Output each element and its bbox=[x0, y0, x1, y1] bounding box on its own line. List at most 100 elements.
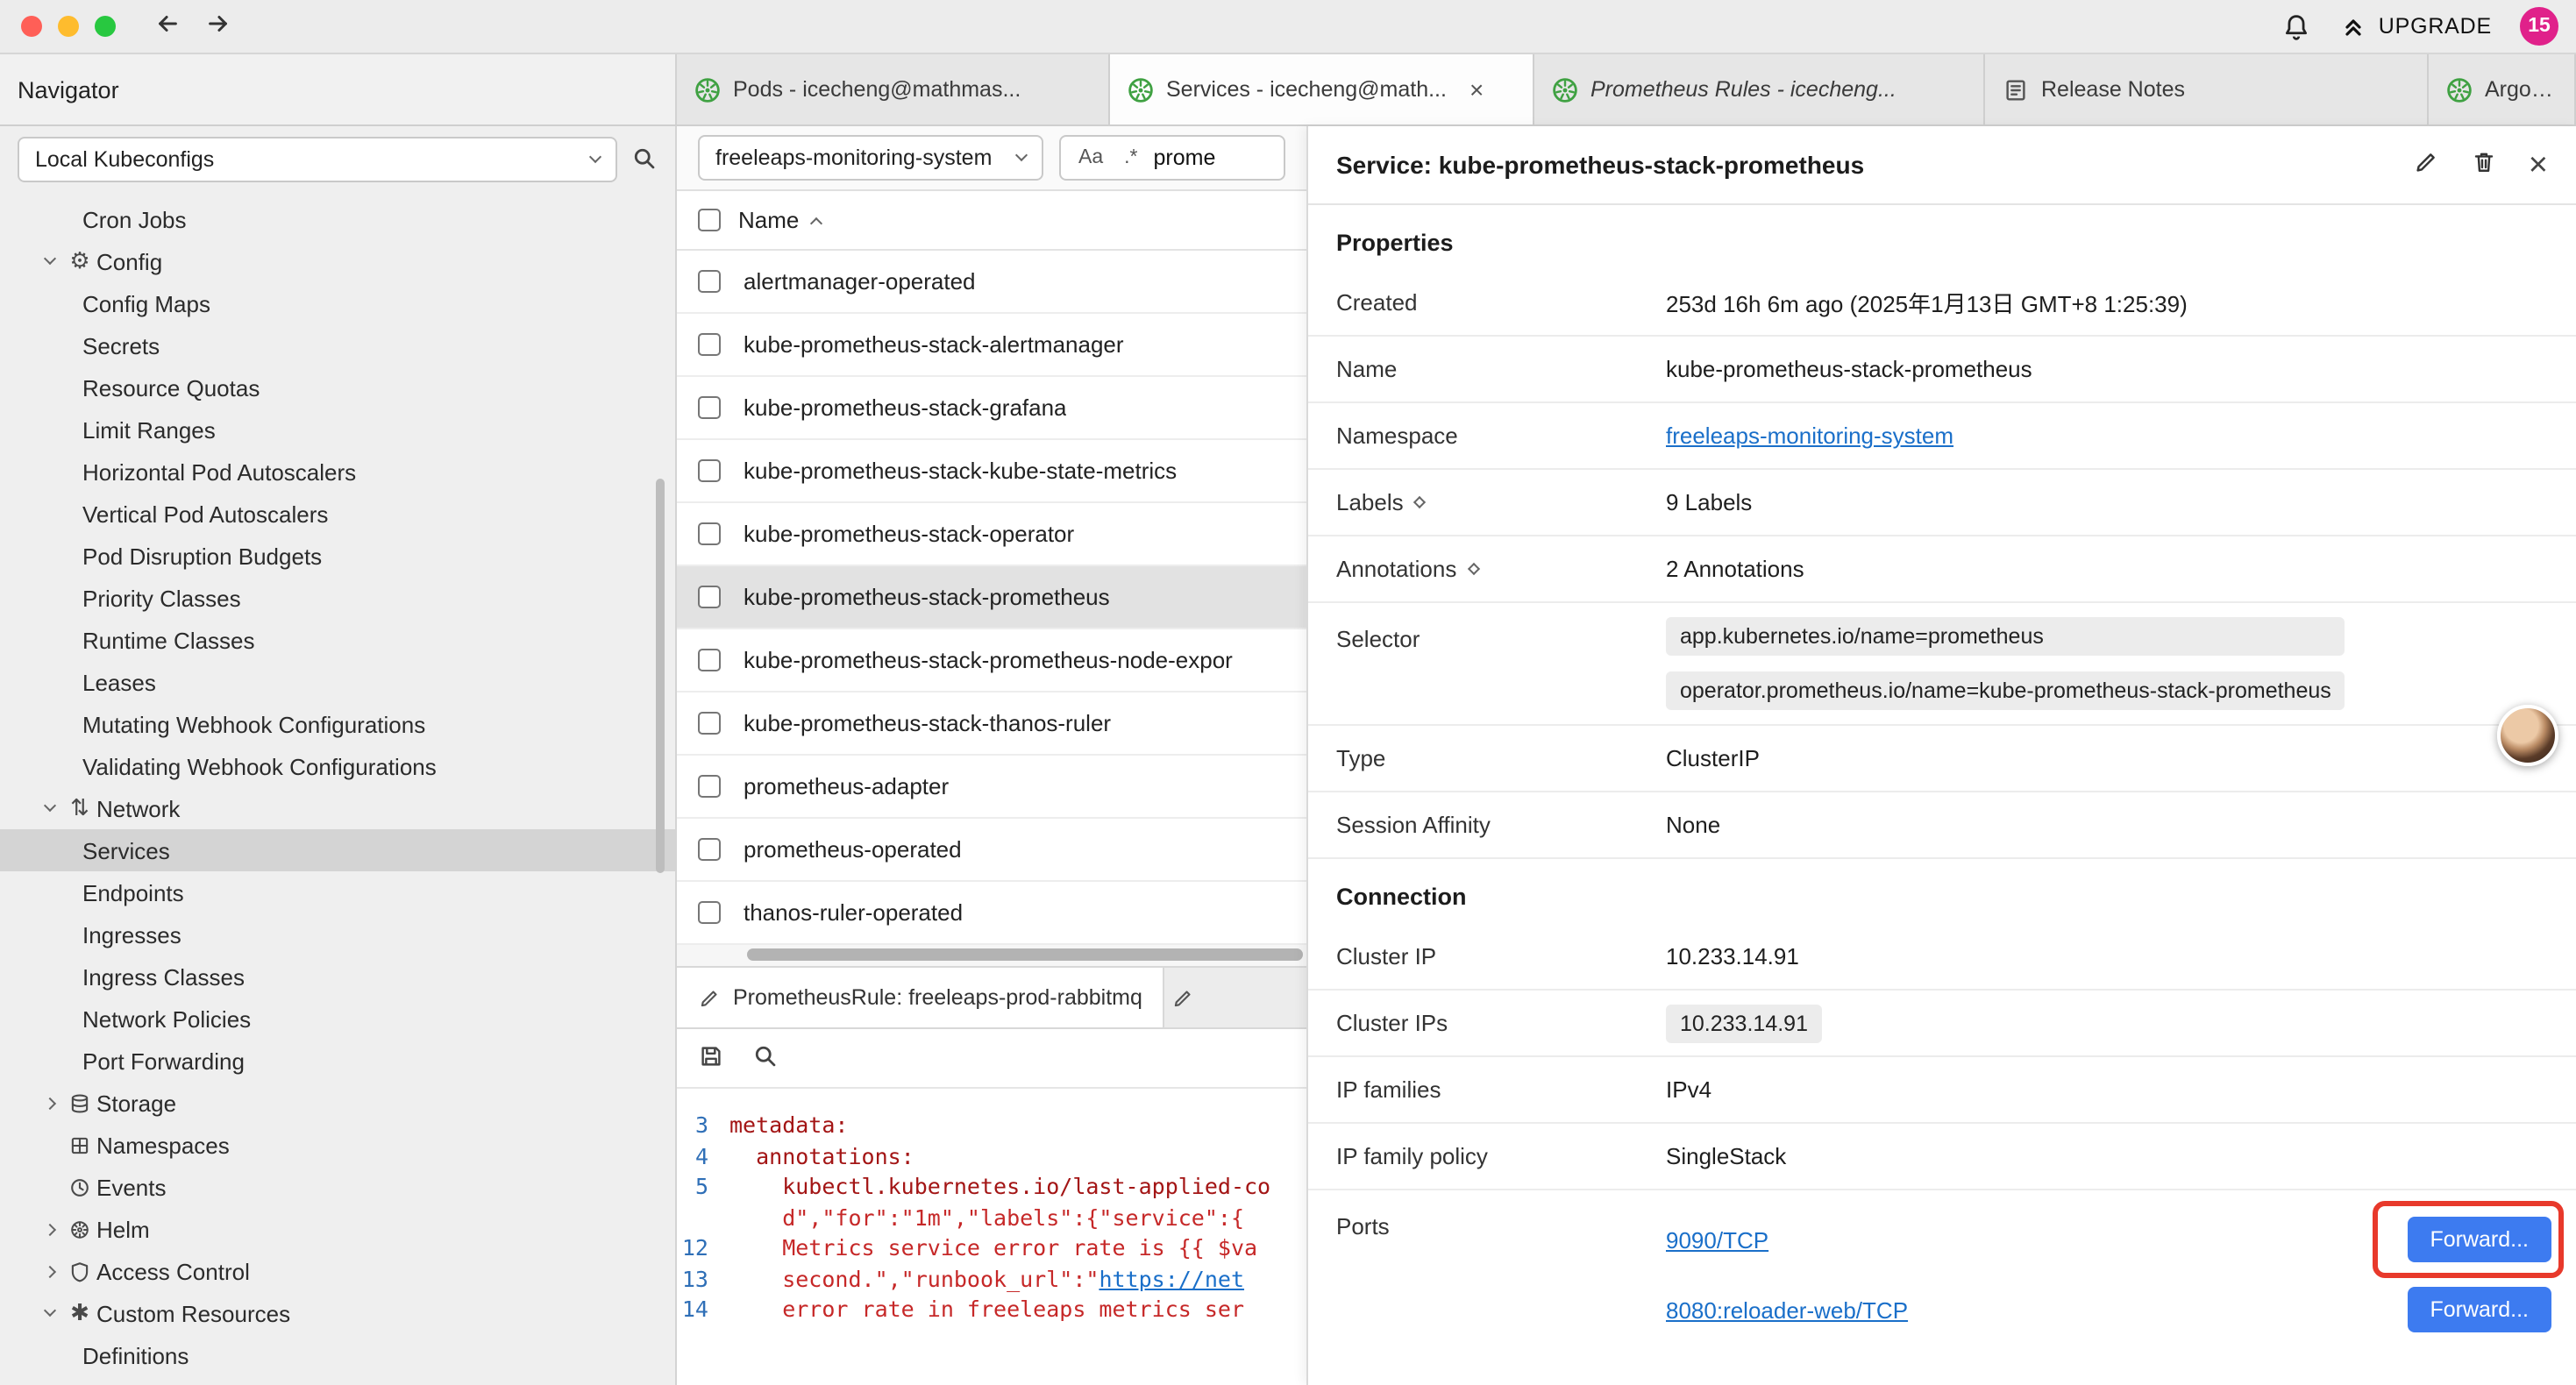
sidebar-item-definitions[interactable]: Definitions bbox=[0, 1334, 675, 1376]
sidebar-item-helm[interactable]: Helm bbox=[0, 1208, 675, 1250]
sidebar-search-icon[interactable] bbox=[631, 146, 658, 172]
expand-annotations-icon[interactable] bbox=[1469, 565, 1477, 573]
editor-tab-partial[interactable] bbox=[1165, 968, 1202, 1027]
zoom-window-button[interactable] bbox=[95, 16, 116, 37]
chevron-down-icon[interactable] bbox=[35, 259, 63, 263]
row-checkbox[interactable] bbox=[698, 333, 721, 356]
sidebar-scrollbar[interactable] bbox=[656, 479, 665, 873]
namespace-filter[interactable]: freeleaps-monitoring-system bbox=[698, 135, 1043, 181]
row-checkbox[interactable] bbox=[698, 586, 721, 608]
row-checkbox[interactable] bbox=[698, 459, 721, 482]
sidebar-item-config[interactable]: ⚙ Config bbox=[0, 240, 675, 282]
sidebar-item-horizontal-pod-autoscalers[interactable]: Horizontal Pod Autoscalers bbox=[0, 451, 675, 493]
sidebar-item-ingresses[interactable]: Ingresses bbox=[0, 913, 675, 955]
minimize-window-button[interactable] bbox=[58, 16, 79, 37]
row-checkbox[interactable] bbox=[698, 901, 721, 924]
yaml-editor[interactable]: 3metadata: 4 annotations: 5 kubectl.kube… bbox=[677, 1089, 1306, 1385]
sidebar-item-leases[interactable]: Leases bbox=[0, 661, 675, 703]
forward-button[interactable]: Forward... bbox=[2407, 1217, 2551, 1262]
sidebar-item-ingress-classes[interactable]: Ingress Classes bbox=[0, 955, 675, 998]
name-column-header[interactable]: Name bbox=[738, 207, 799, 233]
sidebar-item-access-control[interactable]: Access Control bbox=[0, 1250, 675, 1292]
chevron-down-icon[interactable] bbox=[35, 1311, 63, 1315]
table-row[interactable]: kube-prometheus-stack-kube-state-metrics bbox=[677, 440, 1306, 503]
sidebar-item-endpoints[interactable]: Endpoints bbox=[0, 871, 675, 913]
upgrade-button[interactable]: UPGRADE bbox=[2340, 12, 2492, 40]
sidebar-item-validating-webhook-configurations[interactable]: Validating Webhook Configurations bbox=[0, 745, 675, 787]
expand-labels-icon[interactable] bbox=[1416, 498, 1425, 507]
tab-release-notes[interactable]: Release Notes bbox=[1985, 54, 2429, 124]
sidebar-item-limit-ranges[interactable]: Limit Ranges bbox=[0, 408, 675, 451]
table-row[interactable]: prometheus-adapter bbox=[677, 756, 1306, 819]
port-link[interactable]: 8080:reloader-web/TCP bbox=[1666, 1296, 1908, 1323]
horizontal-scrollbar[interactable] bbox=[747, 948, 1303, 961]
table-row[interactable]: kube-prometheus-stack-prometheus-node-ex… bbox=[677, 629, 1306, 692]
chevron-right-icon[interactable] bbox=[35, 1267, 63, 1275]
row-checkbox[interactable] bbox=[698, 838, 721, 861]
table-row[interactable]: kube-prometheus-stack-grafana bbox=[677, 377, 1306, 440]
url-link[interactable]: https://net bbox=[1099, 1265, 1244, 1291]
sidebar-item-pod-disruption-budgets[interactable]: Pod Disruption Budgets bbox=[0, 535, 675, 577]
property-row-ports: Ports 9090/TCP Forward... 8080:reloader-… bbox=[1308, 1190, 2576, 1359]
sidebar-item-runtime-classes[interactable]: Runtime Classes bbox=[0, 619, 675, 661]
table-row[interactable]: kube-prometheus-stack-alertmanager bbox=[677, 314, 1306, 377]
sidebar-item-secrets[interactable]: Secrets bbox=[0, 324, 675, 366]
save-icon[interactable] bbox=[698, 1042, 724, 1074]
sidebar-item-cron-jobs[interactable]: Cron Jobs bbox=[0, 198, 675, 240]
tab-argo[interactable]: Argo Se... bbox=[2429, 54, 2576, 124]
tab-services[interactable]: Services - icecheng@math... × bbox=[1110, 54, 1534, 124]
table-row[interactable]: alertmanager-operated bbox=[677, 251, 1306, 314]
sidebar-item-vertical-pod-autoscalers[interactable]: Vertical Pod Autoscalers bbox=[0, 493, 675, 535]
forward-nav-button[interactable] bbox=[205, 11, 231, 42]
chevron-right-icon[interactable] bbox=[35, 1225, 63, 1233]
port-link[interactable]: 9090/TCP bbox=[1666, 1226, 1768, 1253]
sidebar-item-storage[interactable]: Storage bbox=[0, 1082, 675, 1124]
sidebar-item-config-maps[interactable]: Config Maps bbox=[0, 282, 675, 324]
row-checkbox[interactable] bbox=[698, 712, 721, 735]
sidebar-item-network-policies[interactable]: Network Policies bbox=[0, 998, 675, 1040]
tab-pods[interactable]: Pods - icecheng@mathmas... bbox=[677, 54, 1110, 124]
namespace-link[interactable]: freeleaps-monitoring-system bbox=[1666, 423, 1953, 449]
close-tab-icon[interactable]: × bbox=[1469, 75, 1484, 103]
row-checkbox[interactable] bbox=[698, 649, 721, 671]
table-row-selected[interactable]: kube-prometheus-stack-prometheus bbox=[677, 566, 1306, 629]
row-checkbox[interactable] bbox=[698, 775, 721, 798]
sidebar-item-mutating-webhook-configurations[interactable]: Mutating Webhook Configurations bbox=[0, 703, 675, 745]
row-checkbox[interactable] bbox=[698, 396, 721, 419]
match-case-toggle[interactable]: Aa bbox=[1073, 144, 1108, 172]
sidebar-item-port-forwarding[interactable]: Port Forwarding bbox=[0, 1040, 675, 1082]
delete-trash-icon[interactable] bbox=[2471, 149, 2497, 181]
chevron-down-icon[interactable] bbox=[35, 806, 63, 810]
tab-prometheus-rules[interactable]: Prometheus Rules - icecheng... bbox=[1534, 54, 1985, 124]
chevron-right-icon[interactable] bbox=[35, 1098, 63, 1107]
sidebar-item-priority-classes[interactable]: Priority Classes bbox=[0, 577, 675, 619]
editor-search-icon[interactable] bbox=[752, 1042, 779, 1074]
sidebar-item-events[interactable]: Events bbox=[0, 1166, 675, 1208]
row-checkbox[interactable] bbox=[698, 270, 721, 293]
row-checkbox[interactable] bbox=[698, 522, 721, 545]
resource-list-pane: freeleaps-monitoring-system Aa .* prome … bbox=[677, 126, 1306, 1385]
kubeconfig-selector[interactable]: Local Kubeconfigs bbox=[18, 136, 617, 181]
regex-toggle[interactable]: .* bbox=[1119, 144, 1142, 172]
user-avatar[interactable] bbox=[2497, 705, 2558, 766]
select-all-checkbox[interactable] bbox=[698, 209, 721, 231]
table-row[interactable]: thanos-ruler-operated bbox=[677, 882, 1306, 945]
table-row[interactable]: kube-prometheus-stack-thanos-ruler bbox=[677, 692, 1306, 756]
table-row[interactable]: kube-prometheus-stack-operator bbox=[677, 503, 1306, 566]
back-button[interactable] bbox=[154, 11, 181, 42]
list-search-input[interactable]: Aa .* prome bbox=[1059, 135, 1285, 181]
edit-icon[interactable] bbox=[2413, 149, 2439, 181]
notifications-bell-icon[interactable] bbox=[2282, 11, 2312, 41]
close-window-button[interactable] bbox=[21, 16, 42, 37]
table-row[interactable]: prometheus-operated bbox=[677, 819, 1306, 882]
sidebar-item-resource-quotas[interactable]: Resource Quotas bbox=[0, 366, 675, 408]
editor-tab-prometheusrule[interactable]: PrometheusRule: freeleaps-prod-rabbitmq bbox=[677, 968, 1165, 1027]
sidebar-item-custom-resources[interactable]: ✱ Custom Resources bbox=[0, 1292, 675, 1334]
forward-button[interactable]: Forward... bbox=[2407, 1287, 2551, 1332]
sidebar-item-network[interactable]: ⇅ Network bbox=[0, 787, 675, 829]
sidebar-item-namespaces[interactable]: Namespaces bbox=[0, 1124, 675, 1166]
namespaces-icon bbox=[63, 1133, 96, 1156]
notification-count-badge[interactable]: 15 bbox=[2520, 7, 2558, 46]
sidebar-item-services[interactable]: Services bbox=[0, 829, 675, 871]
close-panel-icon[interactable]: × bbox=[2529, 148, 2548, 181]
